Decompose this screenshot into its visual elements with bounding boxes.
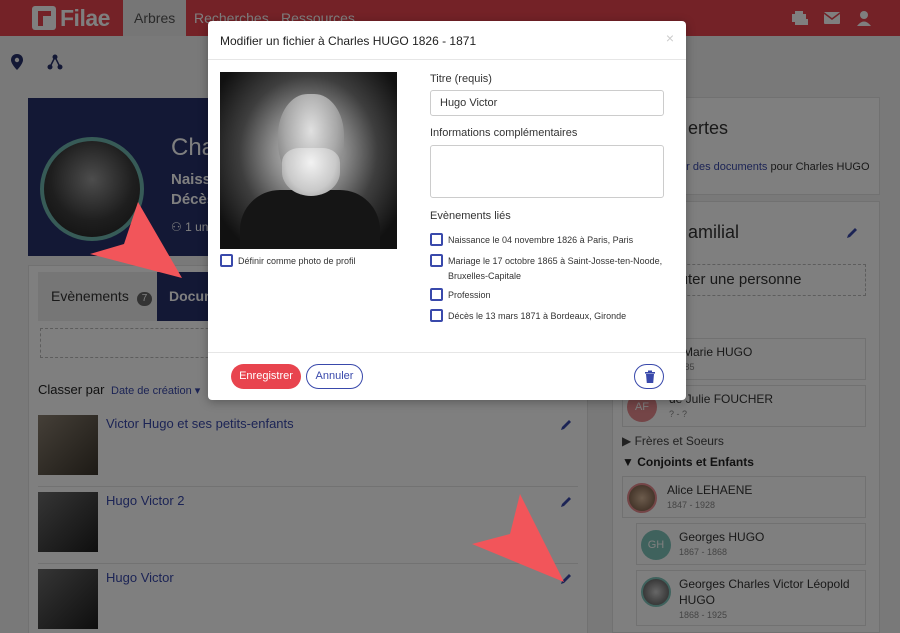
info-field-label: Informations complémentaires: [430, 127, 578, 139]
edit-file-modal: Modifier un fichier à Charles HUGO 1826 …: [208, 21, 686, 400]
profile-photo-checkbox[interactable]: [220, 254, 233, 267]
title-field-label: Titre (requis): [430, 73, 492, 85]
event-label: Naissance le 04 novembre 1826 à Paris, P…: [448, 235, 634, 245]
document-photo: [220, 72, 397, 249]
event-checkbox[interactable]: [430, 288, 443, 301]
linked-events-label: Evènements liés: [430, 210, 511, 222]
close-icon[interactable]: ×: [666, 30, 674, 46]
event-checkbox[interactable]: [430, 254, 443, 267]
trash-icon: [645, 370, 655, 383]
save-button[interactable]: Enregistrer: [231, 364, 301, 389]
event-checkbox[interactable]: [430, 233, 443, 246]
modal-divider: [208, 59, 686, 60]
event-label: Profession: [448, 290, 491, 300]
annotation-arrow: [472, 494, 564, 582]
cancel-button[interactable]: Annuler: [306, 364, 363, 389]
profile-photo-label: Définir comme photo de profil: [238, 256, 356, 266]
event-label: Décès le 13 mars 1871 à Bordeaux, Girond…: [448, 311, 627, 321]
title-input[interactable]: [430, 90, 664, 116]
annotation-arrow: [90, 202, 182, 278]
modal-title: Modifier un fichier à Charles HUGO 1826 …: [220, 34, 477, 48]
modal-footer-divider: [208, 352, 686, 353]
event-checkbox[interactable]: [430, 309, 443, 322]
delete-button[interactable]: [634, 364, 664, 389]
info-textarea[interactable]: [430, 145, 664, 198]
event-label: Mariage le 17 octobre 1865 à Saint-Josse…: [448, 256, 663, 281]
